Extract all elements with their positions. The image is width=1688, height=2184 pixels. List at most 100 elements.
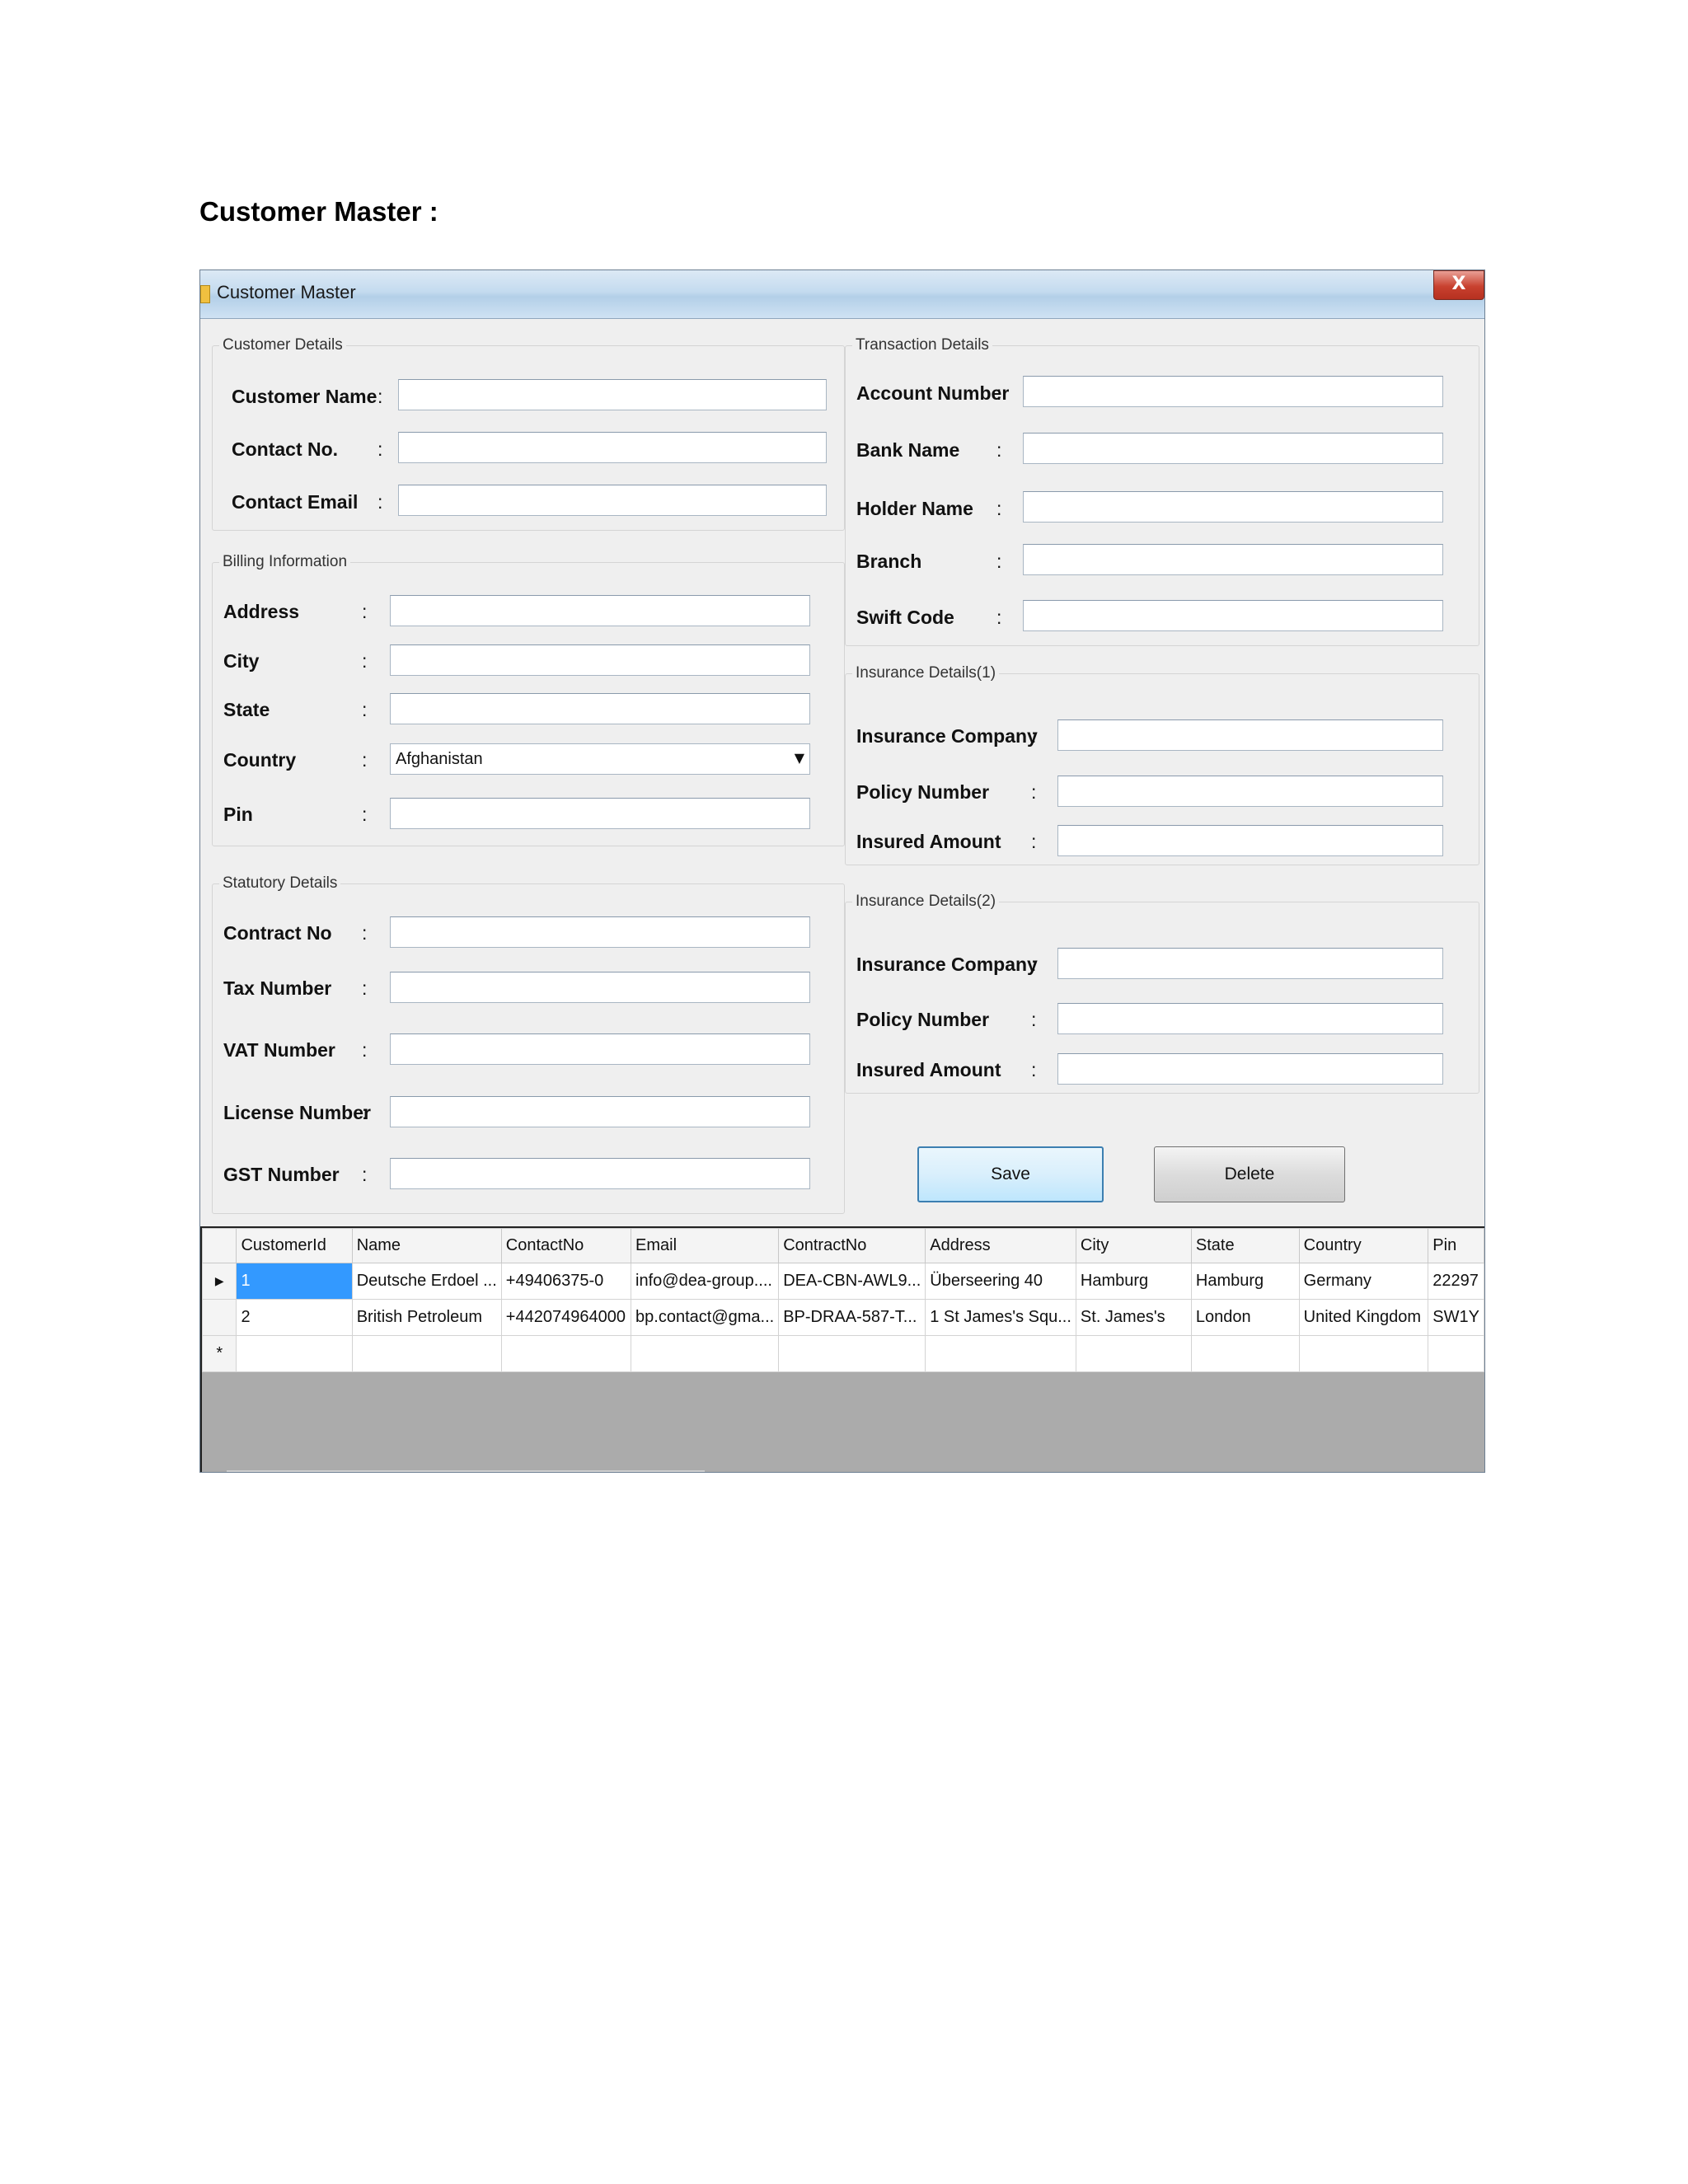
table-cell[interactable]: Germany	[1298, 1263, 1429, 1300]
gst-number-input[interactable]	[390, 1158, 810, 1189]
column-header-city[interactable]: City	[1075, 1228, 1192, 1263]
colon: :	[362, 699, 368, 720]
vat-number-label: VAT Number	[223, 1039, 335, 1061]
colon: :	[1031, 1009, 1037, 1030]
customer-name-input[interactable]	[398, 379, 827, 410]
table-cell[interactable]: British Petroleum	[351, 1299, 502, 1336]
transaction-details-legend: Transaction Details	[856, 336, 989, 354]
table-cell[interactable]: SW1Y	[1428, 1299, 1484, 1336]
table-cell[interactable]	[1190, 1335, 1300, 1372]
table-cell[interactable]	[925, 1335, 1076, 1372]
colon: :	[362, 1102, 368, 1123]
colon: :	[362, 1164, 368, 1185]
title-bar[interactable]: Customer Master X	[200, 270, 1484, 319]
insurance-company-1-input[interactable]	[1057, 719, 1443, 751]
country-selected-value: Afghanistan	[396, 750, 483, 768]
pin-input[interactable]	[390, 798, 810, 829]
vat-number-input[interactable]	[390, 1033, 810, 1065]
table-cell[interactable]	[631, 1335, 780, 1372]
column-header-pin[interactable]: Pin	[1428, 1228, 1484, 1263]
save-button[interactable]: Save	[917, 1146, 1104, 1202]
table-cell[interactable]: +442074964000	[500, 1299, 632, 1336]
table-cell[interactable]: BP-DRAA-587-T...	[778, 1299, 926, 1336]
column-header-address[interactable]: Address	[925, 1228, 1076, 1263]
table-cell[interactable]: 1 St James's Squ...	[925, 1299, 1076, 1336]
table-cell[interactable]: info@dea-group....	[631, 1263, 780, 1300]
table-cell[interactable]	[1298, 1335, 1429, 1372]
policy-number-2-input[interactable]	[1057, 1003, 1443, 1034]
table-cell[interactable]	[778, 1335, 926, 1372]
policy-number-1-label: Policy Number	[856, 781, 990, 803]
tax-number-input[interactable]	[390, 972, 810, 1003]
close-button[interactable]: X	[1433, 270, 1484, 300]
bank-name-input[interactable]	[1023, 433, 1443, 464]
table-cell[interactable]: Hamburg	[1075, 1263, 1192, 1300]
insurance-company-1-label: Insurance Company	[856, 725, 1038, 747]
table-cell[interactable]: St. James's	[1075, 1299, 1192, 1336]
contact-email-input[interactable]	[398, 485, 827, 516]
column-header-customerid[interactable]: CustomerId	[236, 1228, 353, 1263]
dropdown-arrow-icon[interactable]: ▼	[795, 750, 804, 766]
column-header-contractno[interactable]: ContractNo	[778, 1228, 926, 1263]
table-cell[interactable]: Deutsche Erdoel ...	[351, 1263, 502, 1300]
state-input[interactable]	[390, 693, 810, 724]
colon: :	[996, 439, 1002, 461]
city-input[interactable]	[390, 644, 810, 676]
table-cell[interactable]	[500, 1335, 632, 1372]
swift-code-label: Swift Code	[856, 607, 954, 628]
insurance-company-2-input[interactable]	[1057, 948, 1443, 979]
table-cell[interactable]: 22297	[1428, 1263, 1484, 1300]
table-cell[interactable]	[236, 1335, 353, 1372]
branch-label: Branch	[856, 551, 922, 572]
customer-master-window: Customer Master X Customer Details Custo…	[199, 269, 1485, 1473]
table-cell[interactable]: United Kingdom	[1298, 1299, 1429, 1336]
table-cell[interactable]	[1075, 1335, 1192, 1372]
new-row[interactable]: *	[201, 1335, 1484, 1372]
current-row-indicator-icon[interactable]: ▶	[201, 1263, 237, 1300]
colon: :	[362, 804, 368, 825]
row-header[interactable]	[201, 1299, 237, 1336]
insured-amount-1-input[interactable]	[1057, 825, 1443, 856]
table-row[interactable]: ▶ 1 Deutsche Erdoel ... +49406375-0 info…	[201, 1263, 1484, 1300]
table-cell[interactable]: Hamburg	[1190, 1263, 1300, 1300]
contract-no-input[interactable]	[390, 916, 810, 948]
column-header-state[interactable]: State	[1190, 1228, 1300, 1263]
colon: :	[996, 382, 1002, 404]
address-input[interactable]	[390, 595, 810, 626]
contact-no-label: Contact No.	[232, 438, 339, 460]
column-header-name[interactable]: Name	[351, 1228, 502, 1263]
insured-amount-2-input[interactable]	[1057, 1053, 1443, 1085]
policy-number-1-input[interactable]	[1057, 776, 1443, 807]
holder-name-input[interactable]	[1023, 491, 1443, 523]
table-cell[interactable]: +49406375-0	[500, 1263, 632, 1300]
table-row[interactable]: 2 British Petroleum +442074964000 bp.con…	[201, 1299, 1484, 1336]
swift-code-input[interactable]	[1023, 600, 1443, 631]
customer-data-grid[interactable]: CustomerId Name ContactNo Email Contract…	[200, 1226, 1484, 1472]
insurance-details-2-legend: Insurance Details(2)	[856, 893, 996, 910]
new-row-indicator-icon[interactable]: *	[201, 1335, 237, 1372]
colon: :	[362, 650, 368, 672]
table-cell[interactable]	[1428, 1335, 1484, 1372]
table-cell[interactable]	[351, 1335, 502, 1372]
account-number-input[interactable]	[1023, 376, 1443, 407]
column-header-email[interactable]: Email	[631, 1228, 780, 1263]
table-cell[interactable]: 2	[236, 1299, 353, 1336]
horizontal-scrollbar[interactable]	[227, 1470, 705, 1472]
customer-details-legend: Customer Details	[223, 336, 343, 354]
table-cell[interactable]: bp.contact@gma...	[631, 1299, 780, 1336]
contact-no-input[interactable]	[398, 432, 827, 463]
table-cell[interactable]: London	[1190, 1299, 1300, 1336]
table-cell[interactable]: Überseering 40	[925, 1263, 1076, 1300]
contact-email-label: Contact Email	[232, 491, 359, 513]
column-header-country[interactable]: Country	[1298, 1228, 1429, 1263]
delete-button[interactable]: Delete	[1154, 1146, 1345, 1202]
branch-input[interactable]	[1023, 544, 1443, 575]
column-header-contactno[interactable]: ContactNo	[500, 1228, 632, 1263]
document-heading: Customer Master :	[199, 196, 438, 227]
statutory-details-legend: Statutory Details	[223, 874, 338, 892]
country-dropdown[interactable]: Afghanistan ▼	[390, 743, 810, 775]
license-number-input[interactable]	[390, 1096, 810, 1127]
table-cell[interactable]: DEA-CBN-AWL9...	[778, 1263, 926, 1300]
colon: :	[996, 607, 1002, 628]
table-cell[interactable]: 1	[236, 1263, 353, 1300]
